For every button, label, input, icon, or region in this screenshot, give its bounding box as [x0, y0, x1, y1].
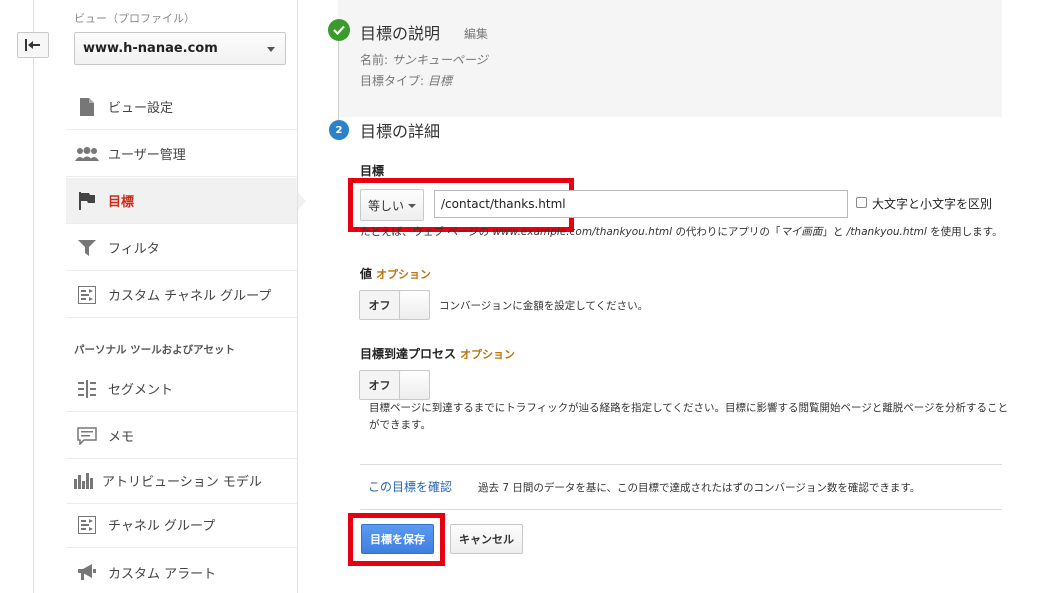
sidebar-item-label: チャネル グループ — [108, 519, 216, 534]
cancel-button[interactable]: キャンセル — [450, 524, 523, 554]
funnel-hint: 目標ページに到達するまでにトラフィックが辿る経路を指定してください。目標に影響す… — [369, 402, 1009, 431]
sidebar-item-memos[interactable]: メモ — [66, 413, 297, 459]
match-type-select[interactable]: 等しい — [360, 189, 424, 221]
sidebar-item-attribution-model[interactable]: アトリビューション モデル — [66, 458, 297, 504]
left-rail — [0, 0, 66, 593]
back-button[interactable] — [17, 32, 49, 58]
goal-type-value: 目標 — [427, 74, 452, 88]
sidebar-item-segments[interactable]: セグメント — [66, 366, 297, 412]
sidebar-item-label: フィルタ — [108, 242, 160, 257]
sidebar-item-view-settings[interactable]: ビュー設定 — [66, 84, 297, 130]
hint-text: たとえば、ウェブ ページの — [360, 226, 490, 238]
goal-type-label: 目標タイプ: — [360, 74, 425, 88]
sidebar-item-custom-channel-group[interactable]: カスタム チャネル グループ — [66, 272, 297, 318]
hint-example-path: /thankyou.html — [846, 226, 927, 238]
sidebar: ビュー（プロファイル） www.h-nanae.com ビュー設定 ユーザー管理… — [66, 0, 306, 593]
sidebar-item-label: ビュー設定 — [108, 101, 174, 116]
goal-name-label: 名前: — [360, 53, 389, 67]
document-icon — [66, 97, 108, 116]
divider — [360, 509, 1002, 510]
view-label: ビュー（プロファイル） — [74, 12, 195, 25]
rail-line — [33, 0, 34, 593]
goal-setup-panel: 目標の説明 編集 名前: サンキューページ 目標タイプ: 目標 2 目標の詳細 … — [298, 0, 1057, 593]
step2-title: 目標の詳細 — [360, 122, 441, 141]
chevron-down-icon — [267, 47, 275, 52]
sidebar-item-label: カスタム アラート — [108, 566, 217, 582]
funnel-option-label: オプション — [460, 348, 516, 361]
flag-icon — [66, 191, 108, 210]
sidebar-item-label: 目標 — [108, 195, 135, 210]
toggle-knob — [399, 290, 430, 320]
segment-icon — [66, 379, 108, 398]
goal-label: 目標 — [360, 164, 385, 178]
goal-name-row: 名前: サンキューページ — [360, 51, 488, 68]
sidebar-item-user-management[interactable]: ユーザー管理 — [66, 131, 297, 177]
hint-example-url: www.example.com/thankyou.html — [492, 226, 673, 238]
funnel-toggle-state: オフ — [360, 371, 399, 399]
case-sensitive-label: 大文字と小文字を区別 — [872, 197, 993, 211]
sidebar-item-label: アトリビューション モデル — [102, 475, 262, 490]
channel-group-icon — [66, 515, 108, 534]
filter-icon — [66, 239, 108, 256]
sidebar-item-goals[interactable]: 目標 — [66, 178, 306, 224]
step-connector — [338, 40, 339, 120]
back-arrow-icon — [25, 39, 40, 51]
goal-type-row: 目標タイプ: 目標 — [360, 72, 452, 89]
step2-number: 2 — [329, 120, 349, 140]
check-icon — [328, 19, 350, 41]
funnel-toggle[interactable]: オフ — [359, 370, 430, 400]
hint-text: の代わりにアプリの「 — [675, 226, 781, 238]
sidebar-item-filters[interactable]: フィルタ — [66, 225, 297, 271]
hint-text: を使用します。 — [930, 226, 1003, 238]
memo-icon — [66, 426, 108, 445]
goal-name-value: サンキューページ — [391, 53, 488, 67]
edit-link[interactable]: 編集 — [464, 25, 488, 42]
value-label: 値オプション — [360, 265, 431, 282]
case-sensitive-checkbox[interactable] — [856, 197, 867, 208]
sidebar-item-custom-alerts[interactable]: カスタム アラート — [66, 549, 297, 593]
chevron-down-icon — [408, 204, 416, 208]
view-select[interactable]: www.h-nanae.com — [74, 32, 286, 65]
verify-goal-link[interactable]: この目標を確認 — [368, 478, 452, 495]
destination-url-input[interactable] — [434, 190, 848, 218]
value-label-text: 値 — [360, 267, 373, 281]
value-hint: コンバージョンに金額を設定してください。 — [439, 300, 649, 312]
funnel-label: 目標到達プロセス オプション — [360, 345, 515, 362]
value-toggle[interactable]: オフ — [359, 290, 430, 320]
hint-text: 」と — [822, 226, 844, 238]
sidebar-item-label: セグメント — [108, 383, 174, 398]
sidebar-item-label: カスタム チャネル グループ — [108, 289, 272, 304]
step1-title: 目標の説明 — [360, 24, 441, 43]
value-toggle-state: オフ — [360, 291, 399, 319]
view-select-value: www.h-nanae.com — [83, 41, 218, 56]
destination-hint: たとえば、ウェブ ページの www.example.com/thankyou.h… — [360, 224, 1050, 239]
toggle-knob — [399, 370, 430, 400]
divider — [360, 464, 1002, 465]
megaphone-icon — [66, 563, 108, 581]
match-type-value: 等しい — [368, 198, 405, 213]
section-heading: パーソナル ツールおよびアセット — [74, 344, 235, 356]
verify-hint: 過去 7 日間のデータを基に、この目標で達成されたはずのコンバージョン数を確認で… — [478, 482, 921, 494]
users-icon — [66, 146, 108, 161]
hint-example-screen: マイ画面 — [780, 226, 823, 238]
value-option-label: オプション — [376, 268, 432, 281]
bar-chart-icon — [66, 472, 102, 489]
sidebar-item-label: メモ — [108, 430, 135, 445]
sidebar-item-label: ユーザー管理 — [108, 148, 186, 163]
channel-group-icon — [66, 285, 108, 304]
sidebar-item-channel-group[interactable]: チャネル グループ — [66, 502, 297, 548]
save-goal-button[interactable]: 目標を保存 — [361, 524, 434, 554]
funnel-label-text: 目標到達プロセス — [360, 347, 457, 361]
